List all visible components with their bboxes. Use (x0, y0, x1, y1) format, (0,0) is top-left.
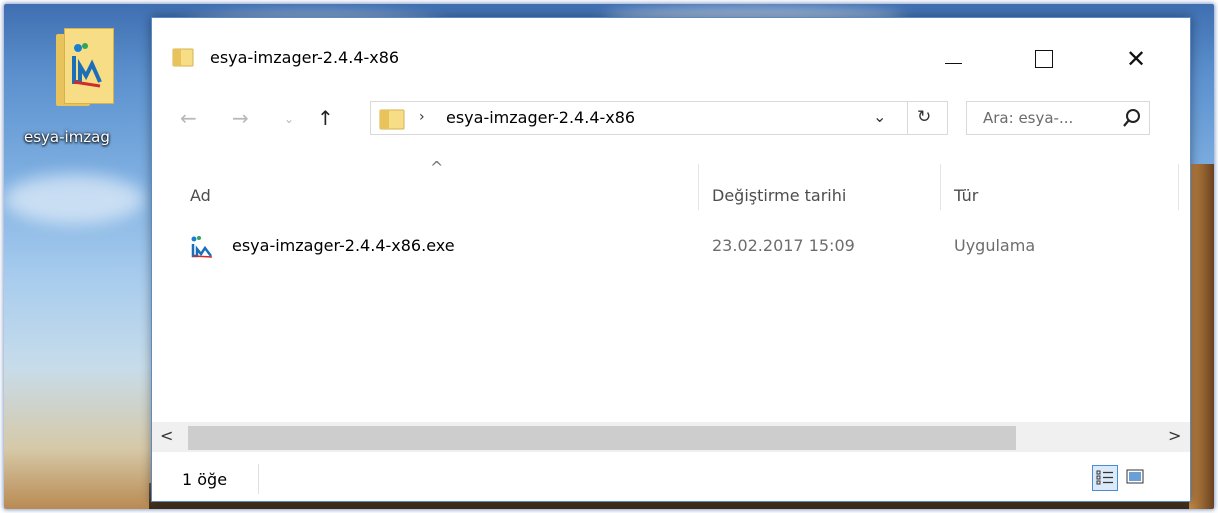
column-divider[interactable] (1178, 164, 1179, 210)
search-placeholder: Ara: esya-... (983, 109, 1074, 127)
file-explorer-window: esya-imzager-2.4.4-x86 ✕ ← → ⌄ ↑ › esya-… (151, 17, 1191, 502)
desktop-folder-shortcut[interactable]: esya-imzag (18, 28, 148, 146)
navigation-bar: ← → ⌄ ↑ › esya-imzager-2.4.4-x86 ⌄ ↻ Ara… (152, 98, 1190, 138)
scroll-left-arrow-icon[interactable]: < (160, 426, 173, 445)
large-icons-view-button[interactable] (1124, 466, 1146, 488)
close-icon: ✕ (1125, 45, 1147, 73)
file-row[interactable]: esya-imzager-2.4.4-x86.exe 23.02.2017 15… (174, 228, 1178, 266)
scrollbar-thumb[interactable] (188, 426, 1016, 450)
column-header-date[interactable]: Değiştirme tarihi (712, 176, 936, 214)
large-icons-view-icon (1126, 469, 1144, 484)
scroll-right-arrow-icon[interactable]: > (1168, 426, 1181, 445)
desktop: esya-imzag esya-imzager-2.4.4-x86 ✕ ← → … (4, 4, 1214, 509)
app-logo-icon (72, 43, 102, 88)
file-modified-date: 23.02.2017 15:09 (712, 236, 855, 255)
details-view-button[interactable] (1092, 465, 1118, 491)
item-count: 1 öğe (182, 470, 228, 489)
maximize-icon (1035, 50, 1053, 68)
minimize-icon (944, 62, 962, 64)
app-exe-icon (191, 236, 213, 258)
title-bar[interactable]: esya-imzager-2.4.4-x86 ✕ (152, 18, 1190, 84)
window-title: esya-imzager-2.4.4-x86 (210, 48, 400, 67)
breadcrumb-folder[interactable]: esya-imzager-2.4.4-x86 (446, 108, 635, 127)
breadcrumb-separator[interactable]: › (419, 109, 425, 125)
refresh-button[interactable]: ↻ (917, 107, 931, 127)
details-view-icon (1096, 470, 1113, 485)
folder-icon (56, 28, 118, 106)
sky-cloud (4, 174, 144, 224)
minimize-button[interactable] (924, 36, 982, 82)
address-divider (907, 102, 908, 134)
horizontal-scrollbar[interactable]: < > (152, 422, 1190, 452)
column-divider[interactable] (698, 164, 699, 210)
address-bar[interactable]: › esya-imzager-2.4.4-x86 ⌄ ↻ (370, 101, 948, 135)
column-header-type[interactable]: Tür (954, 176, 1174, 214)
desktop-icon-label: esya-imzag (24, 128, 110, 146)
recent-locations-button[interactable]: ⌄ (284, 112, 294, 126)
sort-indicator-icon: ^ (430, 158, 444, 177)
folder-icon (379, 109, 405, 130)
maximize-button[interactable] (1015, 36, 1073, 82)
column-header-name[interactable]: Ad (190, 176, 695, 214)
search-icon[interactable] (1121, 107, 1143, 129)
back-button[interactable]: ← (180, 106, 197, 130)
address-dropdown-button[interactable]: ⌄ (873, 107, 886, 126)
forward-button[interactable]: → (232, 106, 249, 130)
close-button[interactable]: ✕ (1107, 36, 1165, 82)
status-bar: 1 öğe (152, 458, 1190, 501)
up-button[interactable]: ↑ (317, 106, 334, 130)
column-divider[interactable] (940, 164, 941, 210)
folder-icon (172, 48, 194, 67)
search-input[interactable]: Ara: esya-... (966, 101, 1150, 135)
status-divider (258, 464, 259, 494)
file-name: esya-imzager-2.4.4-x86.exe (232, 236, 455, 255)
file-type: Uygulama (954, 236, 1036, 255)
